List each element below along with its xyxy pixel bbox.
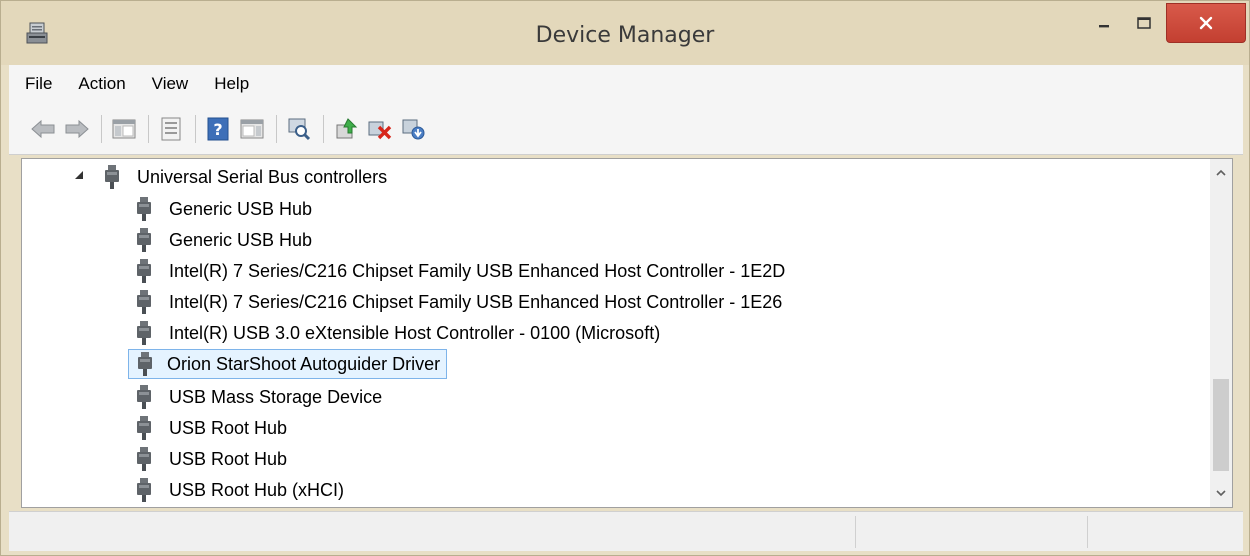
tree-device-row[interactable]: Generic USB Hub xyxy=(136,195,315,223)
show-hide-console-tree-button[interactable] xyxy=(110,115,138,143)
help-icon: ? xyxy=(207,117,229,140)
tree-device-label: Intel(R) USB 3.0 eXtensible Host Control… xyxy=(169,322,661,343)
usb-plug-icon xyxy=(137,321,151,345)
usb-plug-icon xyxy=(137,385,151,409)
status-pane xyxy=(855,516,1087,548)
usb-plug-icon xyxy=(105,165,119,189)
tree-device-label: USB Root Hub xyxy=(169,417,288,438)
tree-device-label: Intel(R) 7 Series/C216 Chipset Family US… xyxy=(169,260,786,281)
usb-plug-icon xyxy=(137,197,151,221)
action-pane-button[interactable] xyxy=(238,115,266,143)
properties-button[interactable] xyxy=(157,115,185,143)
menu-action[interactable]: Action xyxy=(78,74,125,94)
enable-device-button[interactable] xyxy=(400,115,428,143)
forward-button[interactable] xyxy=(63,115,91,143)
uninstall-device-button[interactable] xyxy=(366,115,394,143)
toolbar-separator xyxy=(323,114,324,143)
chevron-up-icon xyxy=(1216,169,1226,176)
show-hide-console-tree-icon xyxy=(112,119,136,138)
uninstall-device-icon xyxy=(368,121,392,139)
back-icon xyxy=(31,119,55,138)
minimize-icon xyxy=(1099,25,1109,28)
forward-icon xyxy=(65,119,89,138)
status-pane xyxy=(1087,516,1237,548)
menu-help[interactable]: Help xyxy=(214,74,249,94)
tree-category-label: Universal Serial Bus controllers xyxy=(137,166,388,187)
tree-device-row[interactable]: Intel(R) 7 Series/C216 Chipset Family US… xyxy=(136,257,788,285)
tree-device-label: Generic USB Hub xyxy=(169,198,313,219)
scroll-down-button[interactable] xyxy=(1210,481,1232,505)
vertical-scrollbar[interactable] xyxy=(1210,159,1232,507)
toolbar: ? xyxy=(9,103,1243,155)
update-driver-icon xyxy=(336,117,358,138)
toolbar-separator xyxy=(101,114,102,143)
tree-category-usb-controllers[interactable]: Universal Serial Bus controllers xyxy=(104,163,390,191)
tree-device-label: Orion StarShoot Autoguider Driver xyxy=(167,353,441,374)
status-bar xyxy=(9,511,1243,551)
back-button[interactable] xyxy=(29,115,57,143)
menu-view[interactable]: View xyxy=(152,74,189,94)
tree-device-row[interactable]: USB Root Hub xyxy=(136,445,290,473)
scan-hardware-button[interactable] xyxy=(285,115,313,143)
usb-plug-icon xyxy=(137,228,151,252)
maximize-button[interactable] xyxy=(1119,3,1169,43)
toolbar-separator xyxy=(148,114,149,143)
title-bar[interactable]: Device Manager xyxy=(1,1,1249,65)
tree-device-row-selected[interactable]: Orion StarShoot Autoguider Driver xyxy=(128,349,448,379)
tree-device-row[interactable]: USB Mass Storage Device xyxy=(136,383,385,411)
close-button[interactable] xyxy=(1166,3,1246,43)
collapse-arrow-icon[interactable] xyxy=(74,170,84,180)
tree-device-row[interactable]: Intel(R) USB 3.0 eXtensible Host Control… xyxy=(136,319,663,347)
usb-plug-icon xyxy=(137,259,151,283)
usb-plug-icon xyxy=(137,478,151,502)
action-pane-icon xyxy=(240,119,264,138)
window-title: Device Manager xyxy=(535,23,715,48)
scroll-up-button[interactable] xyxy=(1210,161,1232,185)
svg-text:?: ? xyxy=(213,120,222,139)
tree-device-label: USB Root Hub (xHCI) xyxy=(169,479,345,500)
menu-file[interactable]: File xyxy=(25,74,52,94)
usb-plug-icon xyxy=(137,290,151,314)
enable-device-icon xyxy=(402,119,425,139)
toolbar-separator xyxy=(276,114,277,143)
usb-plug-icon xyxy=(137,447,151,471)
close-icon xyxy=(1199,16,1213,30)
scan-hardware-icon xyxy=(288,118,311,140)
menu-bar: File Action View Help xyxy=(9,65,1243,103)
device-manager-window: Device Manager File Action View Help ? U… xyxy=(0,0,1250,556)
tree-device-row[interactable]: USB Root Hub (xHCI) xyxy=(136,476,347,504)
tree-device-label: USB Mass Storage Device xyxy=(169,386,383,407)
tree-device-label: Generic USB Hub xyxy=(169,229,313,250)
device-tree[interactable]: Universal Serial Bus controllers Generic… xyxy=(21,158,1233,508)
tree-device-row[interactable]: Generic USB Hub xyxy=(136,226,315,254)
tree-device-label: Intel(R) 7 Series/C216 Chipset Family US… xyxy=(169,291,783,312)
usb-plug-icon xyxy=(138,352,152,376)
properties-icon xyxy=(161,117,181,140)
usb-plug-icon xyxy=(137,416,151,440)
scroll-thumb[interactable] xyxy=(1213,379,1229,471)
toolbar-separator xyxy=(195,114,196,143)
maximize-icon xyxy=(1137,17,1151,29)
tree-device-label: USB Root Hub xyxy=(169,448,288,469)
tree-device-row[interactable]: Intel(R) 7 Series/C216 Chipset Family US… xyxy=(136,288,785,316)
update-driver-button[interactable] xyxy=(332,115,360,143)
selected-row-frame: Orion StarShoot Autoguider Driver xyxy=(128,349,448,379)
tree-device-row[interactable]: USB Root Hub xyxy=(136,414,290,442)
help-button[interactable]: ? xyxy=(204,115,232,143)
chevron-down-icon xyxy=(1216,490,1226,497)
